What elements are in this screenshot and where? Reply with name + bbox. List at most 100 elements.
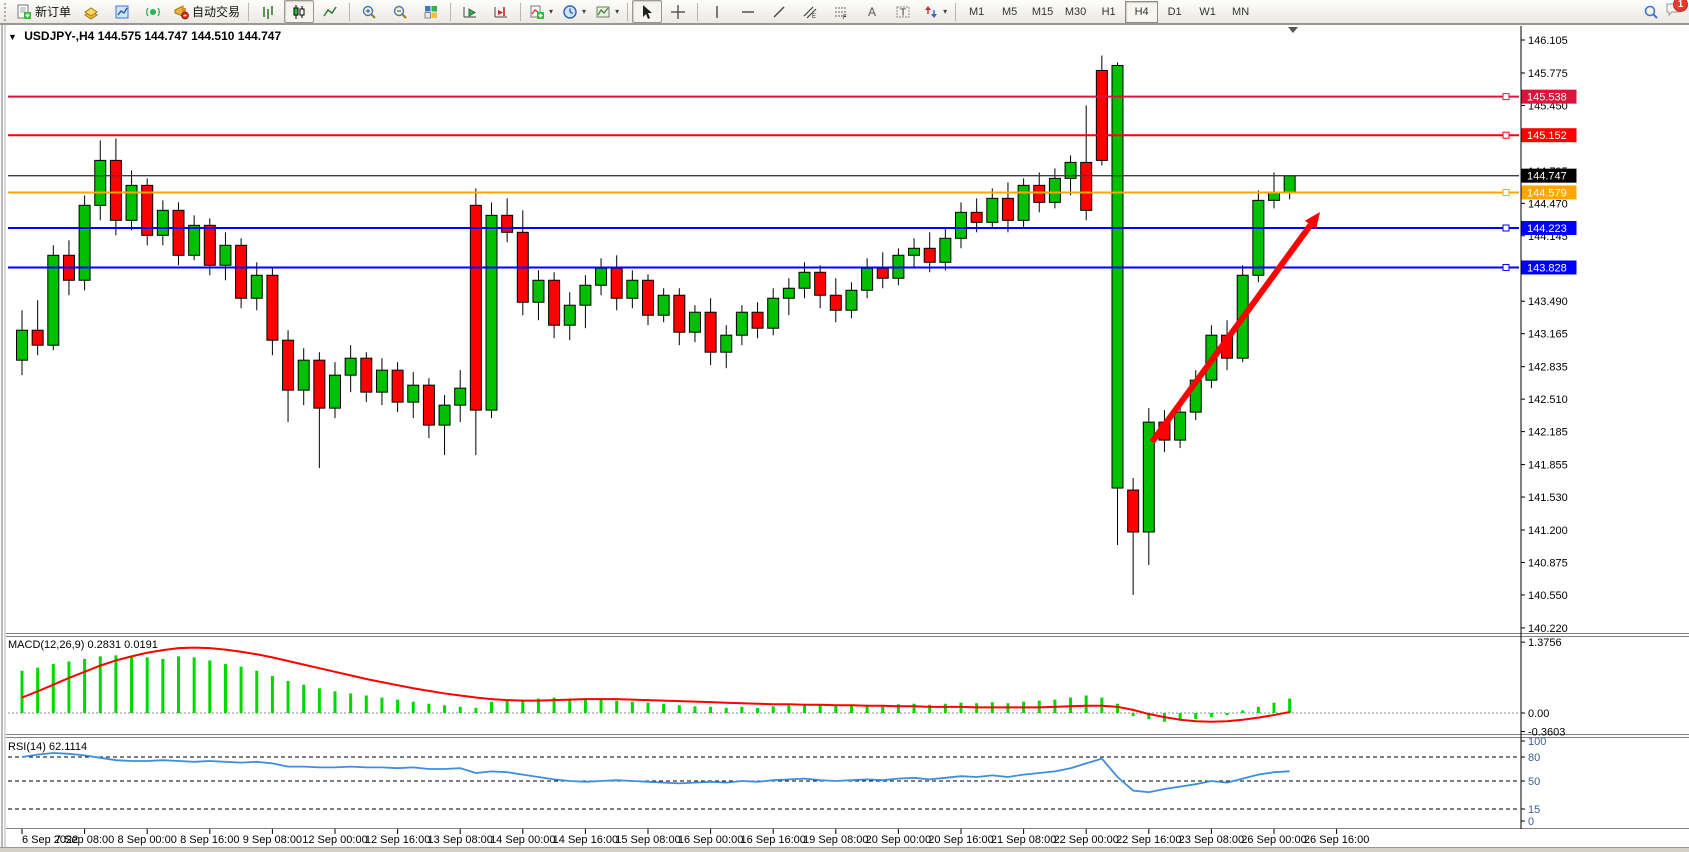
price-axis-label: 140.220: [1528, 623, 1568, 635]
time-axis-label[interactable]: 8 Sep 00:00: [118, 834, 177, 846]
candle-body: [48, 255, 59, 345]
time-axis-label[interactable]: 16 Sep 00:00: [678, 834, 743, 846]
chart-ohlc-values: 144.575 144.747 144.510 144.747: [98, 29, 282, 43]
candle-body: [173, 210, 184, 255]
time-axis-label[interactable]: 14 Sep 00:00: [490, 834, 555, 846]
candle-body: [408, 385, 419, 402]
price-badge-label: 145.538: [1527, 92, 1567, 104]
chart-background: [0, 24, 1689, 847]
chart-canvas[interactable]: 146.105145.775145.450145.125144.795144.4…: [0, 0, 1689, 852]
time-axis-label[interactable]: 12 Sep 00:00: [302, 834, 367, 846]
candle-body: [830, 295, 841, 310]
time-axis-label[interactable]: 21 Sep 08:00: [991, 834, 1056, 846]
price-axis-label: 146.105: [1528, 35, 1568, 47]
candle-body: [251, 275, 262, 298]
macd-axis-label: 1.3756: [1528, 637, 1562, 649]
time-axis-label[interactable]: 22 Sep 00:00: [1053, 834, 1118, 846]
time-axis-label[interactable]: 23 Sep 08:00: [1179, 834, 1244, 846]
candle-body: [1096, 70, 1107, 160]
price-line-handle[interactable]: [1503, 132, 1509, 138]
time-axis-label[interactable]: 26 Sep 00:00: [1241, 834, 1306, 846]
candle-body: [157, 210, 168, 235]
rsi-axis-label: 15: [1528, 804, 1540, 816]
trading-platform-window: 新订单 自动交易: [0, 0, 1689, 852]
candle-body: [204, 225, 215, 265]
candle-body: [1018, 185, 1029, 220]
time-axis-label[interactable]: 16 Sep 16:00: [740, 834, 805, 846]
candle-body: [815, 272, 826, 295]
time-axis-label[interactable]: 7 Sep 08:00: [55, 834, 114, 846]
candle-body: [956, 212, 967, 238]
chart-symbol-title: ▼ USDJPY-,H4 144.575 144.747 144.510 144…: [8, 29, 281, 43]
rsi-indicator-label: RSI(14) 62.1114: [8, 741, 87, 753]
candle-body: [486, 215, 497, 410]
candle-body: [877, 268, 888, 278]
candle-body: [1269, 192, 1280, 200]
candle-body: [611, 268, 622, 298]
candle-body: [345, 358, 356, 375]
candle-body: [627, 280, 638, 298]
window-bottom-edge: [0, 847, 1689, 852]
price-axis-label: 141.530: [1528, 492, 1568, 504]
candle-body: [32, 330, 43, 345]
price-axis-label: 142.835: [1528, 362, 1568, 374]
candle-body: [376, 370, 387, 392]
candle-body: [643, 280, 654, 315]
candle-body: [752, 312, 763, 328]
candle-body: [1081, 162, 1092, 210]
time-axis-label[interactable]: 20 Sep 16:00: [928, 834, 993, 846]
candle-body: [95, 160, 106, 205]
candle-body: [298, 360, 309, 390]
time-axis-label[interactable]: 13 Sep 08:00: [427, 834, 492, 846]
time-axis-label[interactable]: 9 Sep 08:00: [243, 834, 302, 846]
price-line-handle[interactable]: [1503, 189, 1509, 195]
price-badge-label: 144.579: [1527, 187, 1567, 199]
candle-body: [549, 280, 560, 325]
candle-body: [846, 290, 857, 310]
candle-body: [658, 295, 669, 315]
candle-body: [674, 295, 685, 332]
price-axis-label: 142.510: [1528, 394, 1568, 406]
time-axis-label[interactable]: 15 Sep 08:00: [615, 834, 680, 846]
price-badge-label: 144.223: [1527, 223, 1567, 235]
candle-body: [736, 312, 747, 335]
price-axis-label: 143.490: [1528, 296, 1568, 308]
candle-body: [110, 160, 121, 220]
chart-title-collapse-icon[interactable]: ▼: [8, 32, 17, 42]
time-axis-label[interactable]: 22 Sep 16:00: [1116, 834, 1181, 846]
candle-body: [283, 340, 294, 390]
candle-body: [392, 370, 403, 402]
time-axis-label[interactable]: 26 Sep 16:00: [1304, 834, 1369, 846]
price-badge-label: 143.828: [1527, 262, 1567, 274]
price-line-handle[interactable]: [1503, 264, 1509, 270]
price-axis-label: 140.550: [1528, 590, 1568, 602]
chart-symbol-label: USDJPY-,H4: [24, 29, 94, 43]
rsi-axis-label: 50: [1528, 776, 1540, 788]
price-axis-label: 141.200: [1528, 525, 1568, 537]
time-axis-label[interactable]: 8 Sep 16:00: [180, 834, 239, 846]
candle-body: [330, 375, 341, 408]
candle-body: [502, 215, 513, 232]
candle-body: [267, 275, 278, 340]
candle-body: [17, 330, 28, 360]
candle-body: [1128, 490, 1139, 532]
price-axis-label: 140.875: [1528, 557, 1568, 569]
price-badge-label: 144.747: [1527, 171, 1567, 183]
price-line-handle[interactable]: [1503, 94, 1509, 100]
candle-body: [987, 198, 998, 222]
rsi-axis-label: 0: [1528, 816, 1534, 828]
candle-body: [924, 248, 935, 262]
time-axis-label[interactable]: 19 Sep 08:00: [803, 834, 868, 846]
time-axis-label[interactable]: 12 Sep 16:00: [365, 834, 430, 846]
candle-body: [1253, 200, 1264, 275]
time-axis-label[interactable]: 20 Sep 00:00: [866, 834, 931, 846]
time-axis-label[interactable]: 14 Sep 16:00: [553, 834, 618, 846]
price-axis-label: 144.470: [1528, 198, 1568, 210]
candle-body: [783, 288, 794, 298]
candle-body: [1034, 185, 1045, 202]
candle-body: [314, 360, 325, 408]
price-line-handle[interactable]: [1503, 225, 1509, 231]
candle-body: [1049, 178, 1060, 202]
candle-body: [79, 205, 90, 280]
candle-body: [799, 272, 810, 288]
